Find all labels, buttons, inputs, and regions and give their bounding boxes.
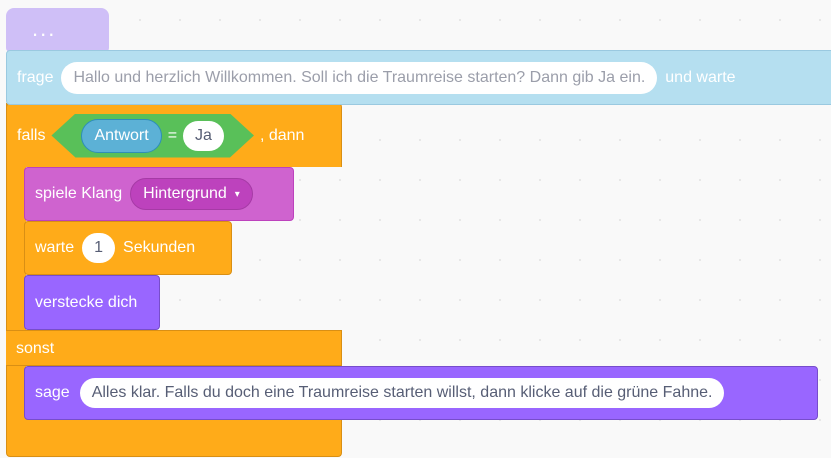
partial-block-top[interactable]: ... bbox=[6, 8, 109, 52]
play-sound-label: spiele Klang bbox=[35, 185, 123, 202]
then-label: , dann bbox=[259, 126, 305, 144]
compare-value-input[interactable]: Ja bbox=[183, 121, 224, 151]
and-wait-label: und warte bbox=[665, 68, 736, 86]
seconds-input[interactable]: 1 bbox=[82, 233, 116, 263]
answer-reporter[interactable]: Antwort bbox=[81, 119, 161, 153]
else-label: sonst bbox=[16, 340, 55, 357]
ask-text-input[interactable]: Hallo und herzlich Willkommen. Soll ich … bbox=[61, 61, 658, 94]
if-else-block-middle[interactable] bbox=[6, 330, 342, 366]
hide-block[interactable]: verstecke dich bbox=[24, 275, 160, 330]
equals-sign: = bbox=[167, 126, 178, 144]
ask-label: frage bbox=[17, 68, 54, 86]
wait-seconds-block[interactable]: warte 1 Sekunden bbox=[24, 221, 232, 275]
if-label: falls bbox=[17, 126, 46, 144]
collapsed-dots: ... bbox=[32, 16, 57, 41]
say-label: sage bbox=[35, 384, 70, 401]
say-text-input[interactable]: Alles klar. Falls du doch eine Traumreis… bbox=[79, 378, 725, 408]
seconds-label: Sekunden bbox=[123, 239, 196, 256]
hide-label: verstecke dich bbox=[35, 293, 138, 311]
chevron-down-icon: ▾ bbox=[234, 188, 240, 200]
play-sound-block[interactable]: spiele Klang Hintergrund ▾ bbox=[24, 167, 294, 221]
ask-and-wait-block[interactable]: frage Hallo und herzlich Willkommen. Sol… bbox=[6, 50, 831, 105]
sound-dropdown-value: Hintergrund bbox=[143, 185, 227, 202]
if-else-block-bottom[interactable] bbox=[6, 419, 342, 457]
say-block[interactable]: sage Alles klar. Falls du doch eine Trau… bbox=[24, 366, 818, 420]
equals-operator-block[interactable]: Antwort = Ja bbox=[51, 114, 254, 158]
wait-label: warte bbox=[35, 239, 75, 256]
if-else-block[interactable]: falls Antwort = Ja , dann bbox=[6, 103, 342, 167]
sound-dropdown[interactable]: Hintergrund ▾ bbox=[130, 178, 253, 210]
